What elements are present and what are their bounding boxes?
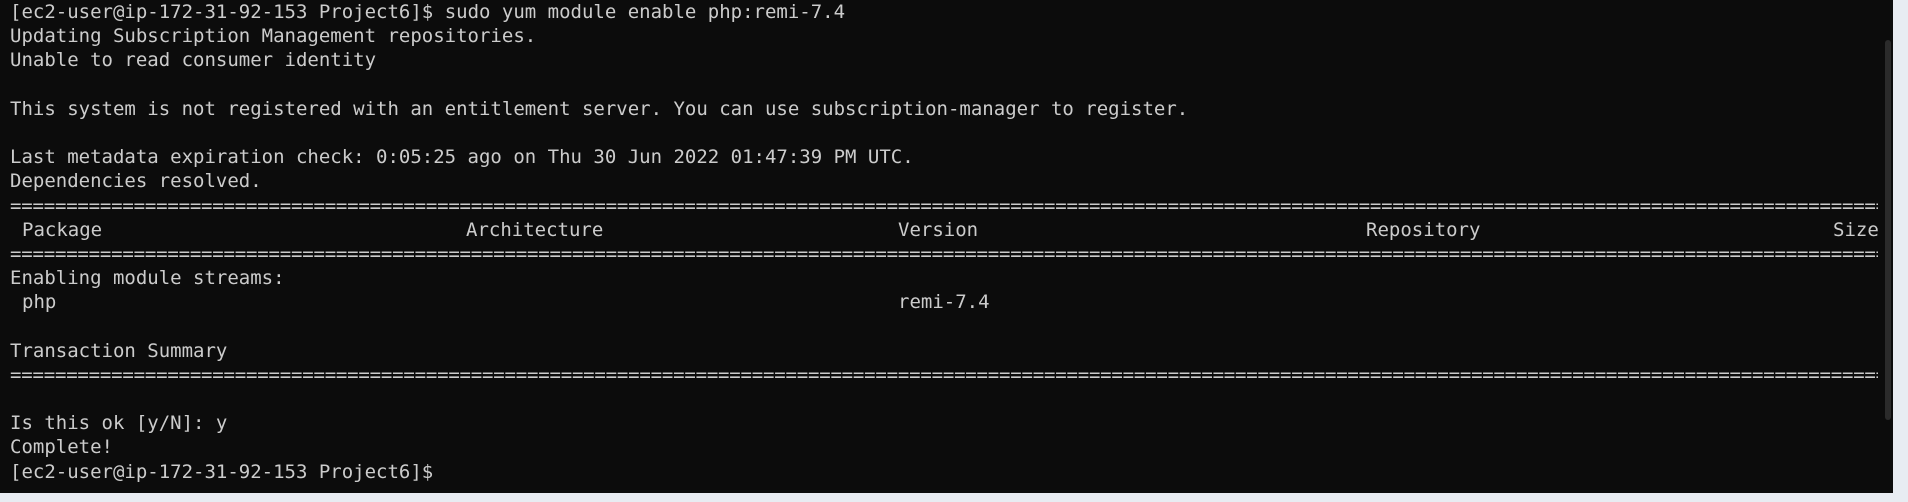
- header-size: Size: [1833, 218, 1879, 241]
- scrollbar-thumb[interactable]: [1885, 40, 1891, 420]
- window-bottom-edge: [0, 493, 1908, 502]
- separator-rule: ========================================…: [10, 363, 1880, 386]
- header-repository: Repository: [1366, 218, 1481, 241]
- command-text: sudo yum module enable php:remi-7.4: [444, 1, 846, 23]
- output-line: Updating Subscription Management reposit…: [10, 25, 537, 48]
- terminal-window[interactable]: [ec2-user@ip-172-31-92-153 Project6]$ su…: [0, 0, 1893, 493]
- confirm-line: Is this ok [y/N]: y: [10, 412, 228, 435]
- table-row: php remi-7.4: [10, 290, 1893, 314]
- shell-prompt: [ec2-user@ip-172-31-92-153 Project6]$: [10, 1, 445, 23]
- output-line: Dependencies resolved.: [10, 170, 262, 193]
- section-title: Enabling module streams:: [10, 267, 285, 290]
- output-line: Last metadata expiration check: 0:05:25 …: [10, 146, 914, 169]
- command-line: [ec2-user@ip-172-31-92-153 Project6]$ su…: [10, 0, 1893, 24]
- header-version: Version: [898, 218, 979, 241]
- summary-title: Transaction Summary: [10, 339, 228, 362]
- row-version: remi-7.4: [898, 291, 990, 314]
- output-line: Unable to read consumer identity: [10, 49, 377, 72]
- separator-rule: ========================================…: [10, 194, 1880, 217]
- separator-rule: ========================================…: [10, 242, 1880, 265]
- final-prompt-line[interactable]: [ec2-user@ip-172-31-92-153 Project6]$: [10, 460, 1893, 484]
- row-package: php: [22, 291, 57, 314]
- complete-line: Complete!: [10, 436, 113, 459]
- output-line: This system is not registered with an en…: [10, 97, 1189, 120]
- header-package: Package: [22, 218, 103, 241]
- shell-prompt: [ec2-user@ip-172-31-92-153 Project6]$: [10, 460, 434, 483]
- table-header-row: Package Architecture Version Repository …: [10, 218, 1893, 242]
- header-architecture: Architecture: [466, 218, 604, 241]
- scrollbar[interactable]: [1878, 0, 1893, 493]
